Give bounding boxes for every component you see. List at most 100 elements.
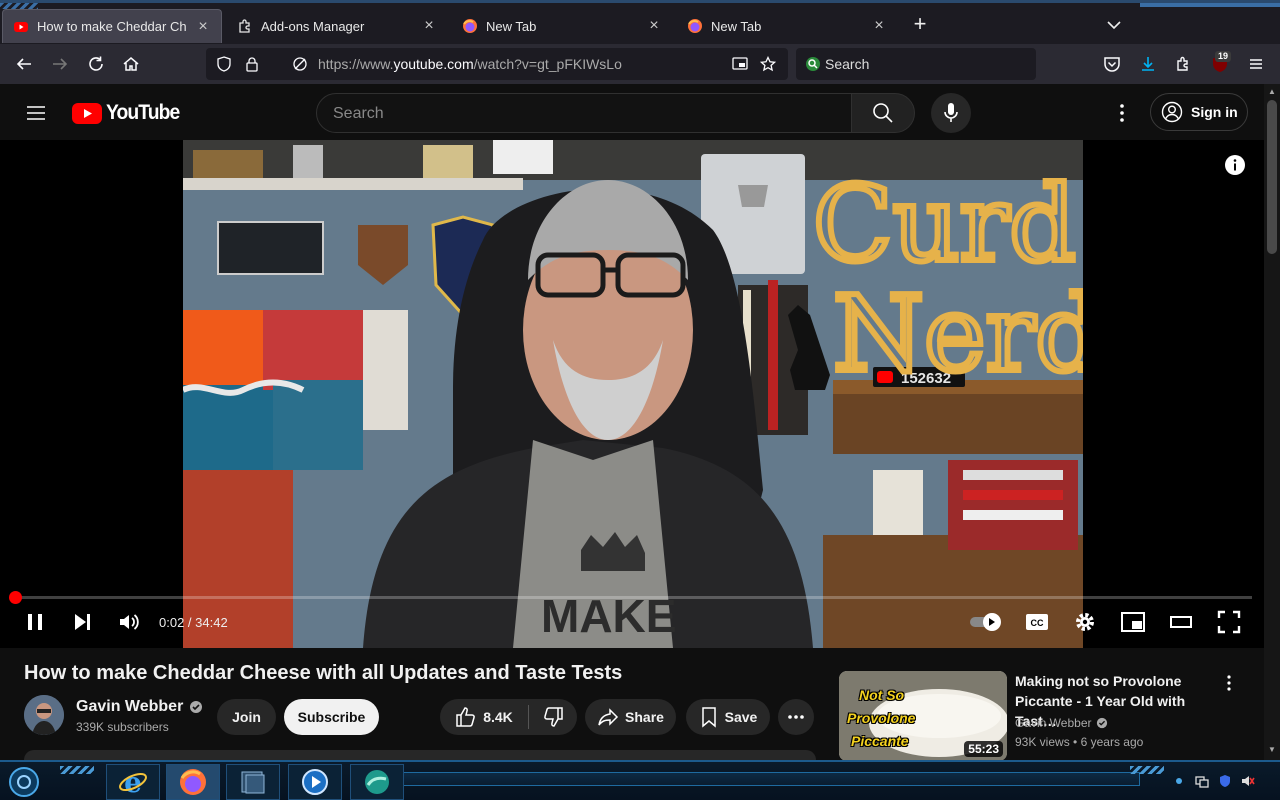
tab-label: How to make Cheddar Cheese with all Upda… — [37, 19, 187, 34]
channel-avatar[interactable] — [24, 695, 64, 735]
browser-tab-strip: How to make Cheddar Cheese with all Upda… — [0, 0, 1280, 44]
miniplayer-button[interactable] — [1121, 610, 1145, 634]
url-path: /watch?v=gt_pFKIWsLo — [473, 56, 622, 72]
fullscreen-button[interactable] — [1217, 610, 1241, 634]
forward-button[interactable] — [48, 52, 72, 76]
close-tab-icon[interactable]: × — [195, 18, 211, 35]
close-tab-icon[interactable]: × — [421, 18, 437, 34]
recommended-channel[interactable]: Gavin Webber — [1015, 716, 1108, 730]
recommended-video[interactable]: Not So Provolone Piccante 55:23 Making n… — [839, 671, 1259, 761]
more-horizontal-icon — [788, 715, 804, 719]
recommended-channel-text: Gavin Webber — [1015, 716, 1092, 730]
thumbnail-text-line: Provolone — [847, 710, 916, 726]
picture-in-picture-icon[interactable] — [732, 56, 748, 72]
taskbar-decoration — [1130, 766, 1164, 774]
voice-search-button[interactable] — [931, 93, 971, 133]
start-button-icon[interactable] — [8, 766, 40, 798]
security-shield-icon[interactable] — [1218, 774, 1232, 788]
share-button[interactable]: Share — [585, 699, 676, 735]
youtube-search-input[interactable]: Search — [316, 93, 852, 133]
like-button[interactable]: 8.4K — [440, 699, 528, 735]
home-icon — [123, 57, 139, 71]
close-tab-icon[interactable]: × — [646, 18, 662, 34]
more-actions-button[interactable] — [778, 699, 814, 735]
settings-gear-icon[interactable] — [1073, 610, 1097, 634]
browser-navigation-bar: https://www.youtube.com/watch?v=gt_pFKIW… — [0, 44, 1280, 84]
video-progress-bar[interactable] — [9, 591, 1252, 604]
page-scrollbar[interactable]: ▲ ▼ — [1264, 84, 1280, 760]
info-icon[interactable] — [1224, 154, 1246, 176]
subscribe-button[interactable]: Subscribe — [284, 699, 379, 735]
arrow-right-icon — [53, 58, 68, 70]
action-menu-kebab-icon[interactable] — [1219, 673, 1239, 693]
subscriber-count: 339K subscribers — [76, 720, 169, 734]
taskbar-file-explorer[interactable] — [226, 764, 280, 800]
recommended-thumbnail[interactable]: Not So Provolone Piccante 55:23 — [839, 671, 1007, 761]
thumbnail-text-line: Not So — [859, 687, 905, 703]
address-bar[interactable]: https://www.youtube.com/watch?v=gt_pFKIW… — [206, 48, 788, 80]
taskbar-app[interactable] — [350, 764, 404, 800]
reload-button[interactable] — [84, 52, 108, 76]
progress-scrubber[interactable] — [9, 591, 23, 604]
new-tab-button[interactable]: + — [910, 13, 930, 35]
closed-captions-button[interactable]: CC — [1025, 610, 1049, 634]
scroll-up-arrow-icon[interactable]: ▲ — [1268, 88, 1276, 96]
internet-explorer-icon: e — [119, 767, 147, 797]
scroll-down-arrow-icon[interactable]: ▼ — [1268, 746, 1276, 754]
tab-new-tab-2[interactable]: New Tab × — [677, 9, 897, 43]
theater-mode-button[interactable] — [1169, 610, 1193, 634]
scrollbar-thumb[interactable] — [1267, 100, 1277, 254]
sign-in-label: Sign in — [1191, 104, 1238, 120]
tab-addons-manager[interactable]: Add-ons Manager × — [227, 9, 447, 43]
pause-button[interactable] — [23, 610, 47, 634]
hamburger-menu-icon — [1250, 59, 1262, 69]
download-arrow-icon — [1142, 57, 1154, 71]
downloads-button[interactable] — [1136, 52, 1160, 76]
save-button[interactable]: Save — [686, 699, 770, 735]
youtube-favicon-icon — [14, 21, 28, 32]
dislike-button[interactable] — [529, 699, 577, 735]
volume-muted-icon[interactable] — [1241, 774, 1255, 788]
taskbar-firefox[interactable] — [166, 764, 220, 800]
tab-youtube-video[interactable]: How to make Cheddar Cheese with all Upda… — [2, 9, 222, 43]
time-display: 0:02 / 34:42 — [159, 615, 228, 630]
tab-new-tab-1[interactable]: New Tab × — [452, 9, 672, 43]
video-player[interactable]: 152632 Curd Nerd MAKE 0:02 / 34:42 CC — [0, 140, 1264, 648]
extensions-button[interactable] — [1172, 52, 1196, 76]
taskbar-internet-explorer[interactable]: e — [106, 764, 160, 800]
join-button[interactable]: Join — [217, 699, 276, 735]
next-video-button[interactable] — [70, 610, 94, 634]
bookmark-star-icon[interactable] — [760, 56, 776, 72]
browser-search-bar[interactable]: Search — [796, 48, 1036, 80]
puzzle-icon — [239, 19, 250, 33]
pocket-button[interactable] — [1100, 52, 1124, 76]
close-tab-icon[interactable]: × — [871, 18, 887, 34]
autoplay-toggle[interactable] — [968, 610, 1004, 634]
volume-icon[interactable] — [117, 610, 141, 634]
lock-icon[interactable] — [244, 56, 260, 72]
app-menu-button[interactable] — [1244, 52, 1268, 76]
settings-kebab-icon[interactable] — [1110, 101, 1134, 125]
youtube-search-button[interactable] — [851, 93, 915, 133]
firefox-icon — [688, 19, 702, 33]
url-text[interactable]: https://www.youtube.com/watch?v=gt_pFKIW… — [318, 56, 622, 72]
home-button[interactable] — [119, 52, 143, 76]
autoplay-blocked-icon[interactable] — [292, 56, 308, 72]
tracking-protection-shield-icon[interactable] — [216, 56, 232, 72]
tray-dot-icon[interactable] — [1172, 774, 1186, 788]
guide-menu-icon[interactable] — [24, 101, 48, 125]
taskbar-decoration — [60, 766, 94, 774]
avatar-image — [24, 695, 64, 735]
back-button[interactable] — [12, 52, 36, 76]
svg-text:e: e — [124, 767, 142, 797]
youtube-logo[interactable]: YouTube — [72, 101, 186, 124]
network-icon[interactable] — [1195, 774, 1209, 788]
list-all-tabs-chevron-down-icon[interactable] — [1104, 15, 1124, 35]
puzzle-icon — [1177, 56, 1188, 71]
share-label: Share — [625, 709, 664, 725]
taskbar-media-player[interactable] — [288, 764, 342, 800]
sign-in-button[interactable]: Sign in — [1150, 93, 1248, 131]
taskbar-decoration — [400, 772, 1140, 786]
video-frame[interactable]: 152632 Curd Nerd MAKE — [183, 140, 1083, 648]
channel-name[interactable]: Gavin Webber — [76, 698, 203, 716]
